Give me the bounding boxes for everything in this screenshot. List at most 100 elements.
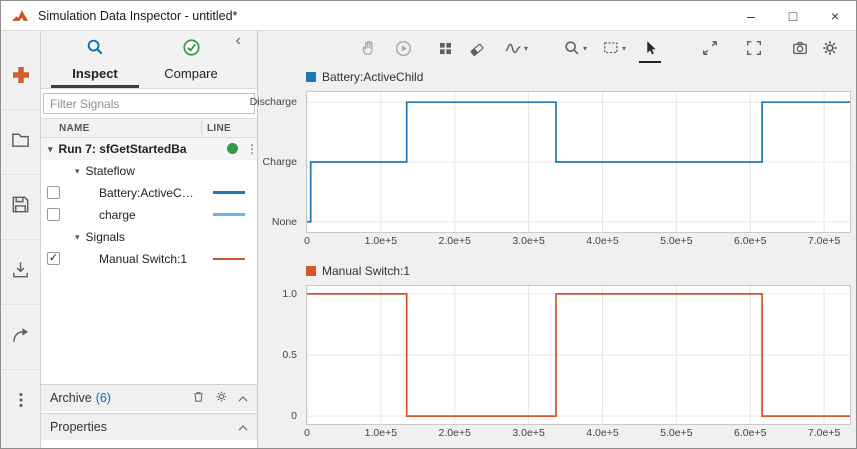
tab-compare[interactable]: Compare	[143, 38, 239, 88]
chevron-down-icon[interactable]: ▾	[583, 44, 587, 53]
archive-label: Archive	[50, 391, 92, 405]
window-title: Simulation Data Inspector - untitled*	[38, 9, 237, 23]
plot-canvas[interactable]	[306, 91, 851, 233]
snapshot-camera-icon[interactable]	[790, 38, 810, 58]
y-tick-label: None	[272, 216, 297, 228]
plot-area: ▾ ▾ ▾	[258, 31, 856, 448]
clear-plots-eraser-icon[interactable]	[467, 38, 487, 58]
legend-swatch	[306, 72, 316, 82]
signal-label: Battery:ActiveChild	[99, 186, 199, 200]
y-tick-label: 0.5	[282, 349, 297, 361]
tab-inspect[interactable]: Inspect	[51, 38, 139, 88]
signal-checkbox[interactable]: ✓	[47, 252, 60, 265]
x-tick-label: 7.0e+5	[802, 427, 846, 439]
collapse-panel-icon[interactable]: ‹	[236, 32, 241, 50]
plot-canvas[interactable]	[306, 285, 851, 425]
x-tick-label: 3.0e+5	[507, 235, 551, 247]
x-tick-label: 1.0e+5	[359, 235, 403, 247]
legend-label: Battery:ActiveChild	[322, 70, 423, 84]
plot-toolbar: ▾ ▾ ▾	[258, 31, 856, 65]
sidebar-filler	[41, 270, 257, 384]
chart-legend: Battery:ActiveChild	[306, 69, 856, 85]
y-tick-label: Charge	[263, 156, 297, 168]
group-row-signals[interactable]: ▾ Signals	[41, 226, 257, 248]
group-row-stateflow[interactable]: ▾ Stateflow	[41, 160, 257, 182]
simulation-data-inspector-window: Simulation Data Inspector - untitled* – …	[0, 0, 857, 449]
chevron-up-icon[interactable]	[238, 420, 248, 434]
filter-signals-input[interactable]	[43, 93, 255, 114]
legend-swatch	[306, 266, 316, 276]
archive-bar[interactable]: Archive (6)	[41, 384, 257, 411]
search-icon	[86, 38, 105, 62]
close-button[interactable]: ×	[814, 1, 856, 30]
fit-to-view-icon[interactable]	[601, 38, 621, 58]
signal-checkbox[interactable]	[47, 186, 60, 199]
x-tick-label: 3.0e+5	[507, 427, 551, 439]
x-tick-label: 0	[285, 427, 329, 439]
properties-bar[interactable]: Properties	[41, 413, 257, 440]
signal-label: charge	[99, 208, 136, 222]
chevron-down-icon[interactable]: ▾	[622, 44, 626, 53]
x-tick-label: 1.0e+5	[359, 427, 403, 439]
signal-row-battery[interactable]: Battery:ActiveChild	[41, 182, 257, 204]
save-icon	[10, 194, 31, 220]
chevron-down-icon[interactable]: ▾	[75, 166, 80, 177]
battery-activechild-chart: Battery:ActiveChild DischargeChargeNone …	[258, 69, 856, 251]
signal-row-charge[interactable]: charge	[41, 204, 257, 226]
signal-line-swatch	[213, 258, 245, 260]
signal-line-swatch	[213, 191, 245, 194]
chevron-down-icon[interactable]: ▾	[524, 44, 528, 53]
signal-row-manual-switch[interactable]: ✓ Manual Switch:1	[41, 248, 257, 270]
save-button[interactable]	[1, 175, 40, 240]
column-header-name: NAME	[59, 123, 90, 134]
x-tick-label: 2.0e+5	[433, 427, 477, 439]
run-row[interactable]: ▾ Run 7: sfGetStartedBa ⋮	[41, 138, 257, 160]
gear-icon[interactable]	[215, 390, 228, 406]
title-bar: Simulation Data Inspector - untitled* – …	[1, 1, 856, 31]
run-menu-icon[interactable]: ⋮	[246, 142, 258, 156]
chevron-down-icon[interactable]: ▾	[75, 232, 80, 243]
select-cursor-icon[interactable]	[640, 38, 660, 58]
import-icon	[10, 259, 31, 285]
open-button[interactable]	[1, 110, 40, 175]
maximize-button[interactable]: □	[772, 1, 814, 30]
left-toolbar	[1, 31, 41, 448]
trash-icon[interactable]	[192, 390, 205, 406]
y-tick-label: Discharge	[250, 96, 297, 108]
plot-wrap: DischargeChargeNone 01.0e+52.0e+53.0e+54…	[258, 91, 856, 251]
plot-wrap: 1.00.50 01.0e+52.0e+53.0e+54.0e+55.0e+56…	[258, 285, 856, 443]
subplot-layout-icon[interactable]	[435, 38, 455, 58]
y-axis-labels: DischargeChargeNone	[258, 91, 300, 251]
check-circle-icon	[182, 38, 201, 62]
settings-gear-icon[interactable]	[820, 38, 840, 58]
signal-checkbox[interactable]	[47, 208, 60, 221]
x-tick-label: 4.0e+5	[581, 235, 625, 247]
x-tick-label: 7.0e+5	[802, 235, 846, 247]
archive-actions	[192, 390, 248, 406]
zoom-icon[interactable]	[562, 38, 582, 58]
import-button[interactable]	[1, 240, 40, 305]
signal-wave-icon[interactable]	[503, 38, 523, 58]
folder-icon	[10, 129, 31, 155]
x-tick-label: 4.0e+5	[581, 427, 625, 439]
x-tick-label: 6.0e+5	[728, 235, 772, 247]
export-icon	[10, 324, 31, 350]
table-header: NAME LINE	[41, 118, 257, 138]
chevron-down-icon[interactable]: ▾	[48, 144, 53, 155]
more-options-button[interactable]	[1, 370, 40, 435]
new-plot-button[interactable]	[1, 45, 40, 110]
export-button[interactable]	[1, 305, 40, 370]
group-label: Signals	[86, 230, 125, 244]
legend-label: Manual Switch:1	[322, 264, 410, 278]
expand-plot-icon[interactable]	[700, 38, 720, 58]
matlab-logo-icon	[11, 8, 29, 24]
pan-hand-icon[interactable]	[358, 38, 378, 58]
replay-icon[interactable]	[393, 38, 413, 58]
sidebar-panel: Inspect Compare ‹ NAME LINE ▾	[41, 31, 258, 448]
minimize-button[interactable]: –	[730, 1, 772, 30]
x-tick-label: 6.0e+5	[728, 427, 772, 439]
fullscreen-icon[interactable]	[744, 38, 764, 58]
chevron-up-icon[interactable]	[238, 391, 248, 405]
signal-label: Manual Switch:1	[99, 252, 187, 266]
signal-line-swatch	[213, 213, 245, 216]
